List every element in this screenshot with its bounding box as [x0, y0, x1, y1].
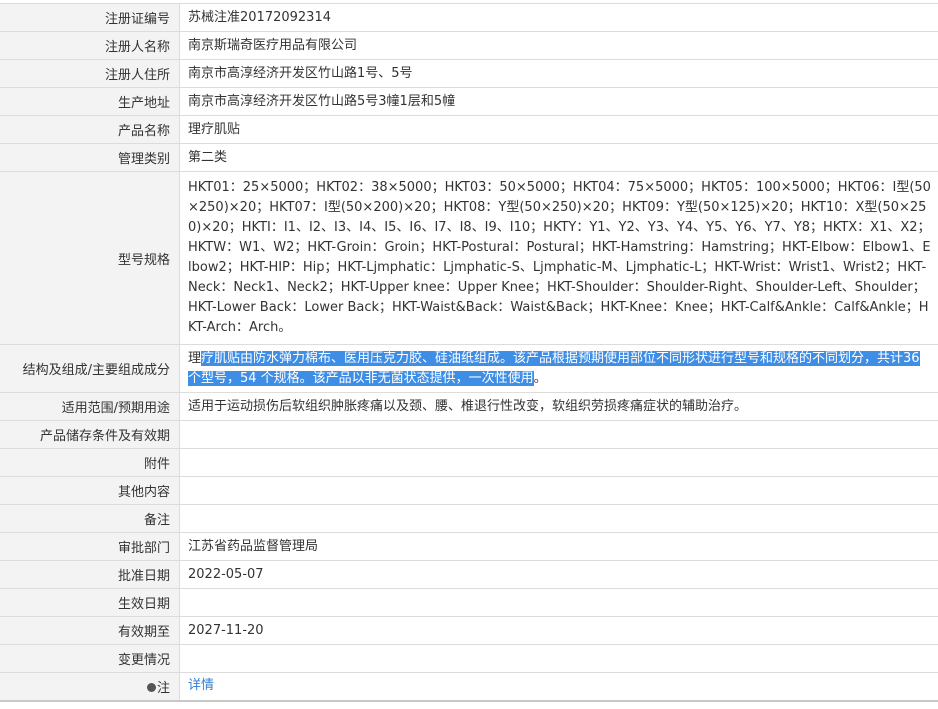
row-value: HKT01：25×5000；HKT02：38×5000；HKT03：50×500…	[179, 171, 938, 345]
note-label: 注	[156, 680, 170, 696]
row-label: 产品储存条件及有效期	[0, 420, 180, 449]
selected-text[interactable]: 疗肌贴由防水弹力棉布、医用压克力胶、硅油纸组成。该产品根据预期使用部位不同形状进…	[188, 350, 920, 386]
row-value: 江苏省药品监督管理局	[179, 532, 938, 561]
row-model-specification: 型号规格 HKT01：25×5000；HKT02：38×5000；HKT03：5…	[0, 171, 938, 345]
location-pin-icon	[146, 682, 156, 692]
row-storage-conditions: 产品储存条件及有效期	[0, 420, 938, 449]
row-intended-use: 适用范围/预期用途 适用于运动损伤后软组织肿胀疼痛以及颈、腰、椎退行性改变，软组…	[0, 392, 938, 421]
row-value[interactable]: 理疗肌贴由防水弹力棉布、医用压克力胶、硅油纸组成。该产品根据预期使用部位不同形状…	[179, 344, 938, 393]
row-label: 适用范围/预期用途	[0, 392, 180, 421]
row-note: 注 详情	[0, 672, 938, 702]
row-label: 管理类别	[0, 143, 180, 172]
row-value	[179, 504, 938, 533]
row-label: 审批部门	[0, 532, 180, 561]
row-value: 南京市高淳经济开发区竹山路1号、5号	[179, 59, 938, 88]
structure-text-suffix: 。	[533, 370, 547, 386]
row-value	[179, 588, 938, 617]
row-effective-date: 生效日期	[0, 588, 938, 617]
row-value: 南京市高淳经济开发区竹山路5号3幢1层和5幢	[179, 87, 938, 116]
row-value: 适用于运动损伤后软组织肿胀疼痛以及颈、腰、椎退行性改变，软组织劳损疼痛症状的辅助…	[179, 392, 938, 421]
row-label: 注册证编号	[0, 3, 180, 32]
row-value: 2022-05-07	[179, 560, 938, 589]
registration-record-table: 注册证编号 苏械注准20172092314 注册人名称 南京斯瑞奇医疗用品有限公…	[0, 3, 938, 702]
row-registrant-name: 注册人名称 南京斯瑞奇医疗用品有限公司	[0, 31, 938, 60]
row-value: 2027-11-20	[179, 616, 938, 645]
row-label: 注册人名称	[0, 31, 180, 60]
row-remarks: 备注	[0, 504, 938, 533]
row-value	[179, 420, 938, 449]
row-value: 详情	[179, 672, 938, 702]
row-other-content: 其他内容	[0, 476, 938, 505]
row-registration-number: 注册证编号 苏械注准20172092314	[0, 3, 938, 32]
row-value: 南京斯瑞奇医疗用品有限公司	[179, 31, 938, 60]
row-valid-until: 有效期至 2027-11-20	[0, 616, 938, 645]
row-approval-date: 批准日期 2022-05-07	[0, 560, 938, 589]
row-label: 注	[0, 672, 180, 702]
row-change-history: 变更情况	[0, 644, 938, 673]
row-label: 产品名称	[0, 115, 180, 144]
row-value	[179, 644, 938, 673]
model-spec-text: HKT01：25×5000；HKT02：38×5000；HKT03：50×500…	[188, 180, 931, 335]
row-label: 有效期至	[0, 616, 180, 645]
row-approval-department: 审批部门 江苏省药品监督管理局	[0, 532, 938, 561]
row-value: 理疗肌贴	[179, 115, 938, 144]
row-label: 变更情况	[0, 644, 180, 673]
row-product-name: 产品名称 理疗肌贴	[0, 115, 938, 144]
row-value: 苏械注准20172092314	[179, 3, 938, 32]
row-value	[179, 448, 938, 477]
row-label: 注册人住所	[0, 59, 180, 88]
row-structure-composition: 结构及组成/主要组成成分 理疗肌贴由防水弹力棉布、医用压克力胶、硅油纸组成。该产…	[0, 344, 938, 393]
row-label: 结构及组成/主要组成成分	[0, 344, 180, 393]
row-value	[179, 476, 938, 505]
row-attachments: 附件	[0, 448, 938, 477]
row-label: 批准日期	[0, 560, 180, 589]
details-link[interactable]: 详情	[188, 678, 214, 693]
row-label: 备注	[0, 504, 180, 533]
row-management-category: 管理类别 第二类	[0, 143, 938, 172]
row-registrant-address: 注册人住所 南京市高淳经济开发区竹山路1号、5号	[0, 59, 938, 88]
row-label: 生产地址	[0, 87, 180, 116]
row-label: 型号规格	[0, 171, 180, 345]
row-label: 附件	[0, 448, 180, 477]
row-production-address: 生产地址 南京市高淳经济开发区竹山路5号3幢1层和5幢	[0, 87, 938, 116]
row-label: 生效日期	[0, 588, 180, 617]
row-label: 其他内容	[0, 476, 180, 505]
structure-text-prefix: 理	[188, 350, 202, 366]
row-value: 第二类	[179, 143, 938, 172]
